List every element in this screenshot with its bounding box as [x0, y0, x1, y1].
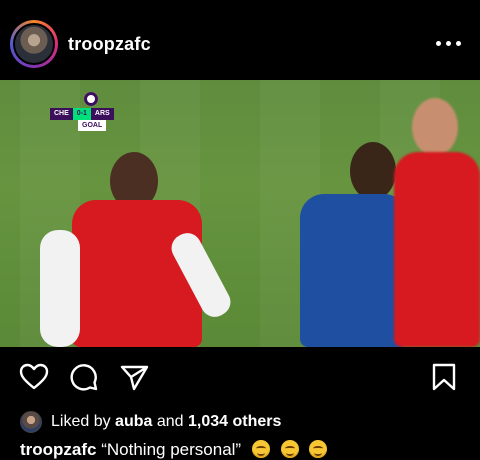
more-dot-icon: [436, 41, 441, 46]
story-ring[interactable]: [10, 20, 58, 68]
home-team: CHE: [50, 108, 73, 120]
more-options-button[interactable]: [434, 38, 464, 50]
player-sleeve: [40, 230, 80, 347]
caption: troopzafc “Nothing personal”: [20, 440, 328, 460]
caption-text: “Nothing personal”: [101, 440, 242, 459]
player-shirt: [300, 194, 408, 347]
send-icon: [120, 365, 149, 391]
avatar[interactable]: [13, 23, 55, 65]
username[interactable]: troopzafc: [68, 34, 151, 55]
likes-prefix: Liked by: [51, 413, 111, 430]
goal-tag: GOAL: [78, 120, 107, 131]
comment-button[interactable]: [68, 361, 100, 393]
comment-icon: [70, 364, 98, 391]
post-actions: [0, 355, 480, 399]
away-team: ARS: [90, 108, 114, 120]
status-bar-area: [0, 0, 480, 8]
player-head: [412, 98, 458, 156]
save-button[interactable]: [428, 361, 460, 393]
liker-avatar[interactable]: [20, 411, 42, 433]
smiling-face-icon: [309, 440, 328, 458]
likes-row[interactable]: Liked by auba and 1,034 others: [20, 410, 281, 434]
post-header: troopzafc: [0, 8, 480, 80]
share-button[interactable]: [118, 361, 150, 393]
likes-joiner: and: [156, 413, 184, 430]
premier-league-logo-icon: [84, 92, 98, 106]
more-dot-icon: [446, 41, 451, 46]
smiling-face-icon: [280, 440, 299, 458]
liker-username[interactable]: auba: [115, 413, 152, 431]
caption-username[interactable]: troopzafc: [20, 440, 97, 459]
more-dot-icon: [456, 41, 461, 46]
post-image[interactable]: CHE 0-1 ARS GOAL: [0, 80, 480, 347]
bookmark-icon: [432, 363, 456, 391]
scorebug: CHE 0-1 ARS: [50, 108, 114, 120]
likes-count[interactable]: 1,034 others: [188, 413, 281, 431]
heart-icon: [19, 363, 49, 390]
player-shirt: [394, 152, 480, 347]
score: 0-1: [72, 108, 91, 120]
like-button[interactable]: [18, 361, 50, 393]
smiling-face-icon: [251, 440, 270, 458]
player-head: [350, 142, 396, 200]
